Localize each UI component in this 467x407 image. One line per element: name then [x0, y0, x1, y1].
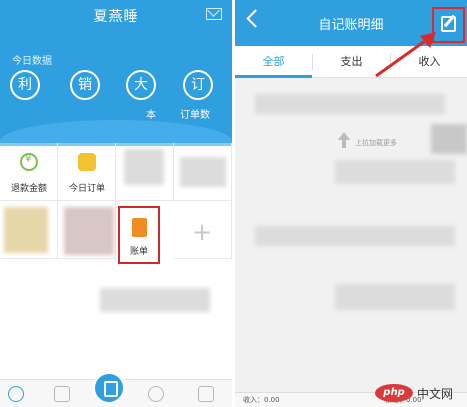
home-header: 夏燕睡 今日数据 利 销 大 订 本 订单数 [0, 0, 232, 146]
tab-expense[interactable]: 支出 [313, 46, 390, 78]
blur-patch [255, 94, 445, 114]
blur-patch [335, 160, 455, 184]
shop-tab-icon[interactable] [54, 386, 70, 402]
edit-button-highlighted[interactable] [432, 7, 465, 43]
profile-tab-icon[interactable] [198, 386, 214, 402]
bill-grid-item-highlighted[interactable]: 账单 [118, 206, 160, 264]
filter-tabs: 全部 支出 收入 [235, 46, 467, 78]
big-stat-char: 大 [134, 77, 148, 93]
grid-item-blurred[interactable] [58, 201, 116, 259]
bill-label: 账单 [129, 247, 148, 257]
add-plus-icon[interactable]: + [192, 218, 212, 246]
grid-item-blurred[interactable] [174, 143, 232, 201]
blur-patch [431, 124, 467, 154]
today-data-label: 今日数据 [12, 56, 52, 67]
profit-stat-icon[interactable]: 利 [10, 70, 40, 100]
blur-patch [180, 157, 226, 187]
watermark-text: 中文网 [417, 387, 454, 401]
watermark: php 中文网 [375, 384, 465, 404]
order-count-caption: 订单数 [180, 110, 210, 121]
tab-income[interactable]: 收入 [391, 46, 467, 78]
sales-stat-icon[interactable]: 销 [70, 70, 100, 100]
home-tab-icon[interactable] [8, 386, 24, 402]
refund-icon [20, 153, 38, 171]
active-tab-indicator [235, 75, 312, 78]
grid-item-blurred[interactable] [0, 201, 58, 259]
big-stat-icon[interactable]: 大 [126, 70, 156, 100]
pull-up-arrow-icon [338, 132, 350, 140]
blur-patch [4, 207, 48, 253]
pull-up-hint: 上拉加载更多 [355, 139, 397, 147]
profit-stat-char: 利 [18, 77, 32, 93]
tab-all[interactable]: 全部 [235, 46, 312, 78]
folder-icon [78, 153, 96, 171]
pull-up-arrow-stem [342, 140, 346, 148]
mail-icon[interactable] [206, 8, 222, 20]
center-edit-button[interactable] [92, 371, 126, 405]
blur-patch [335, 284, 455, 310]
store-title: 夏燕睡 [93, 9, 139, 25]
blur-patch [64, 207, 114, 255]
blur-patch [255, 226, 455, 246]
edit-pen-icon [441, 16, 456, 32]
detail-header: 自记账明细 [235, 0, 467, 46]
bill-icon [132, 218, 147, 237]
watermark-logo: php [375, 384, 413, 402]
blur-patch [100, 288, 210, 312]
chart-tab-icon[interactable] [148, 386, 164, 402]
grid-item-refund[interactable]: 退款金额 [0, 143, 58, 201]
grid-item-blurred[interactable] [116, 143, 174, 201]
grid-item-label: 今日订单 [68, 184, 105, 194]
function-grid: 退款金额 今日订单 [0, 143, 232, 269]
screenshot-root: 夏燕睡 今日数据 利 销 大 订 本 订单数 退款金额 今日订单 [0, 0, 467, 407]
sales-stat-char: 销 [78, 77, 92, 93]
order-stat-char: 订 [191, 77, 205, 93]
left-home-screen: 夏燕睡 今日数据 利 销 大 订 本 订单数 退款金额 今日订单 [0, 0, 232, 407]
order-stat-icon[interactable]: 订 [183, 70, 213, 100]
cost-caption: 本 [146, 110, 156, 121]
grid-item-label: 退款金额 [10, 184, 47, 194]
income-total: 收入：0.00 [243, 396, 280, 404]
grid-item-today-orders[interactable]: 今日订单 [58, 143, 116, 201]
blur-patch [124, 149, 164, 185]
right-bill-detail-screen: 自记账明细 全部 支出 收入 上拉加载更多 收入：0.00 余汇：0.00 [235, 0, 467, 407]
